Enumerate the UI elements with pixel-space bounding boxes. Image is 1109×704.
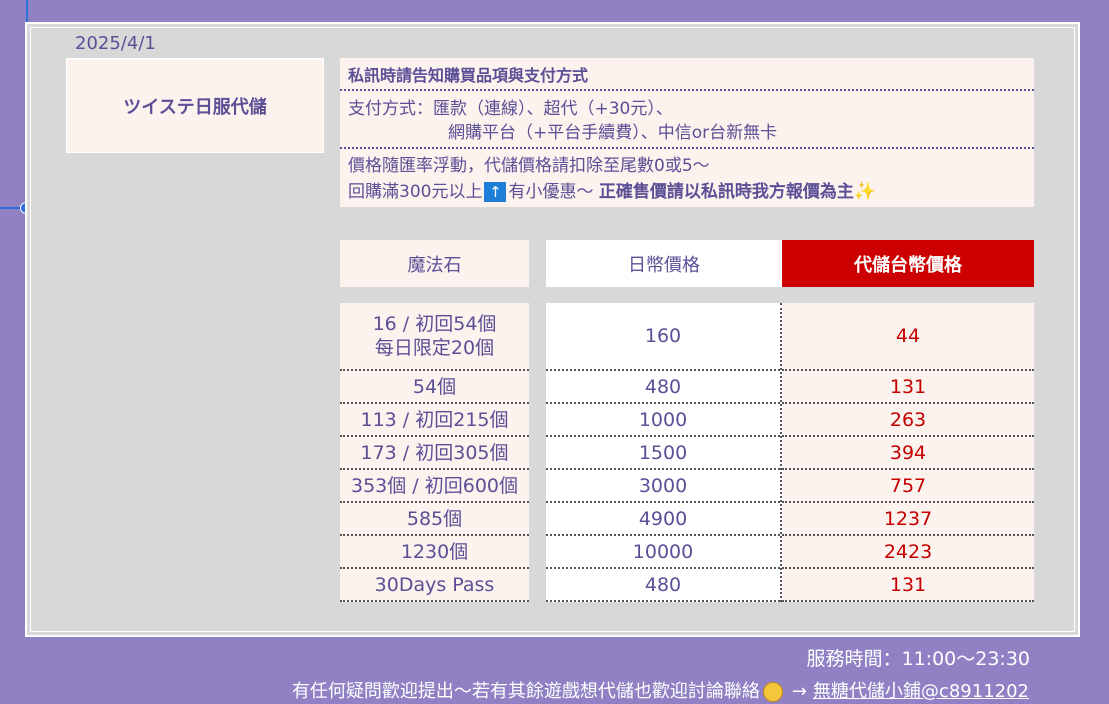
column-jpy: 160 480 1000 1500 3000 4900 10000 480 — [546, 303, 782, 602]
column-twd: 44 131 263 394 757 1237 2423 131 — [782, 303, 1034, 602]
table-cell-twd: 44 — [782, 303, 1034, 371]
date-label: 2025/4/1 — [75, 33, 156, 54]
table-cell-twd: 131 — [782, 569, 1034, 602]
table-cell-item: 113 / 初回215個 — [340, 404, 529, 437]
table-cell-jpy: 10000 — [546, 536, 780, 569]
table-cell-jpy: 1500 — [546, 437, 780, 470]
table-cell-jpy: 480 — [546, 569, 780, 602]
sparkle-icon: ✨ — [853, 181, 877, 202]
service-hours: 服務時間：11:00～23:30 — [806, 648, 1030, 670]
table-cell-jpy: 160 — [546, 303, 780, 371]
header-magic-stone: 魔法石 — [340, 240, 529, 287]
table-cell-twd: 263 — [782, 404, 1034, 437]
shop-title: ツイステ日服代儲 — [123, 96, 267, 118]
shop-link[interactable]: 無糖代儲小鋪@c8911202 — [813, 681, 1029, 702]
table-cell-twd: 757 — [782, 470, 1034, 503]
table-cell-twd: 394 — [782, 437, 1034, 470]
order-note: 私訊時請告知購買品項與支付方式 — [340, 58, 1034, 91]
price-notes: 價格隨匯率浮動，代儲價格請扣除至尾數0或5～ 回購滿300元以上 ↑ 有小優惠～ 正… — [340, 149, 1034, 207]
table-cell-item: 16 / 初回54個 每日限定20個 — [340, 303, 529, 371]
discount-pre: 回購滿300元以上 — [348, 182, 483, 202]
table-cell-item: 1230個 — [340, 536, 529, 569]
discount-mid: 有小優惠～ — [508, 182, 594, 202]
face-emoji-icon — [762, 682, 783, 702]
table-cell-jpy: 3000 — [546, 470, 780, 503]
up-arrow-icon: ↑ — [484, 182, 507, 202]
contact-line: 有任何疑問歡迎提出～若有其餘遊戲想代儲也歡迎討論聯絡 → 無糖代儲小鋪@c89112… — [292, 677, 1029, 703]
payment-line-1: 支付方式：匯款（連線）、超代（+30元）、 — [348, 99, 673, 119]
discount-note: 回購滿300元以上 ↑ 有小優惠～ 正確售價請以私訊時我方報價為主✨ — [348, 179, 1034, 205]
info-panel: 私訊時請告知購買品項與支付方式 支付方式：匯款（連線）、超代（+30元）、 網購… — [340, 58, 1034, 207]
header-jpy-price: 日幣價格 — [546, 240, 782, 287]
table-cell-twd: 131 — [782, 371, 1034, 404]
table-cell-item: 30Days Pass — [340, 569, 529, 602]
table-cell-jpy: 4900 — [546, 503, 780, 536]
header-twd-price: 代儲台幣價格 — [782, 240, 1034, 287]
shop-title-box: ツイステ日服代儲 — [66, 58, 324, 153]
table-cell-twd: 1237 — [782, 503, 1034, 536]
table-cell-jpy: 1000 — [546, 404, 780, 437]
table-cell-item: 173 / 初回305個 — [340, 437, 529, 470]
table-cell-jpy: 480 — [546, 371, 780, 404]
discount-bold: 正確售價請以私訊時我方報價為主 — [598, 182, 854, 202]
column-items: 16 / 初回54個 每日限定20個 54個 113 / 初回215個 173 … — [340, 303, 529, 602]
price-note: 價格隨匯率浮動，代儲價格請扣除至尾數0或5～ — [348, 156, 710, 176]
table-cell-twd: 2423 — [782, 536, 1034, 569]
table-cell-item: 353個 / 初回600個 — [340, 470, 529, 503]
table-cell-item: 54個 — [340, 371, 529, 404]
payment-methods: 支付方式：匯款（連線）、超代（+30元）、 網購平台（+平台手續費）、中信or台… — [340, 91, 1034, 149]
contact-text: 有任何疑問歡迎提出～若有其餘遊戲想代儲也歡迎討論聯絡 — [291, 681, 760, 702]
table-cell-item: 585個 — [340, 503, 529, 536]
arrow-right-icon: → — [791, 681, 807, 702]
payment-line-2: 網購平台（+平台手續費）、中信or台新無卡 — [448, 123, 778, 143]
